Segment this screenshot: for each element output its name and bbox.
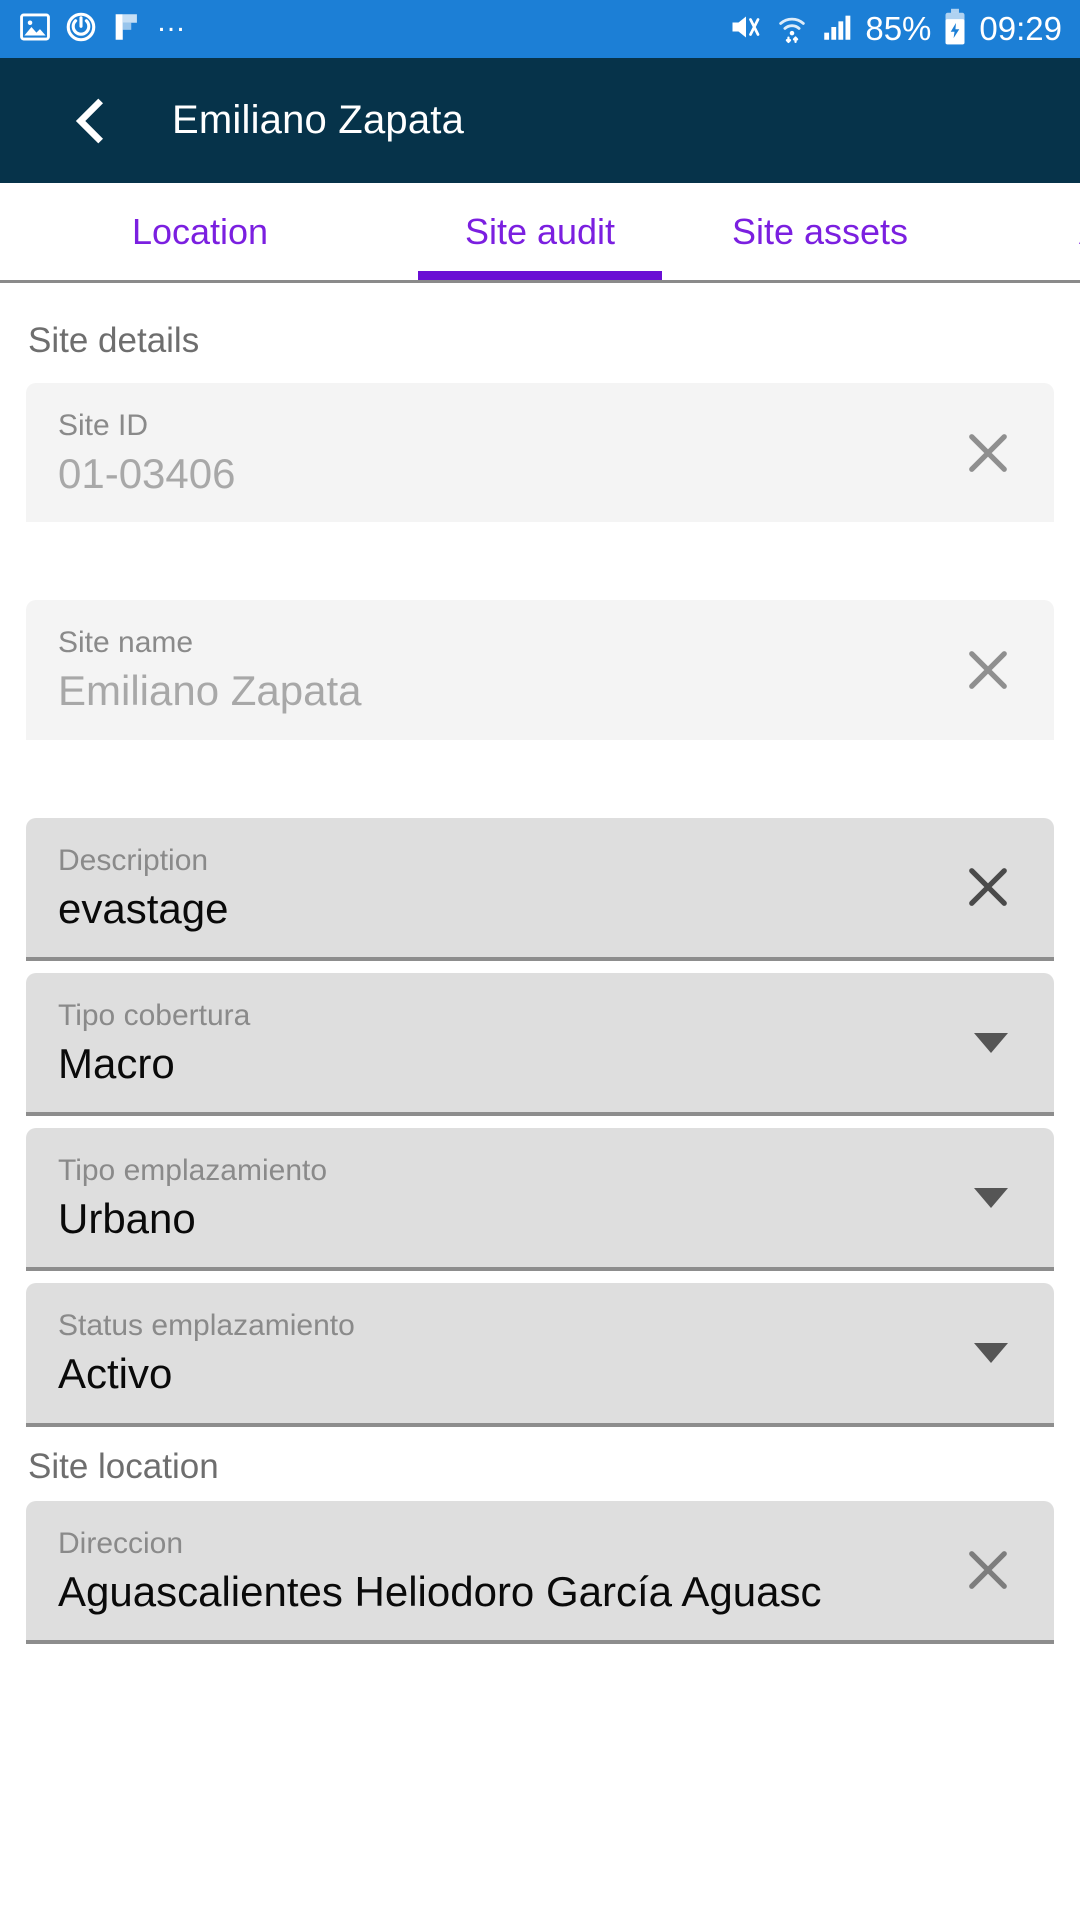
tab-bar[interactable]: Location Site audit Site assets Ac — [0, 183, 1080, 283]
tab-site-audit[interactable]: Site audit — [400, 183, 680, 280]
section-title-site-details: Site details — [28, 321, 200, 360]
tab-label: Location — [131, 210, 269, 252]
field-description[interactable]: Description evastage — [26, 817, 1054, 961]
field-site-name[interactable]: Site name Emiliano Zapata — [26, 600, 1054, 740]
field-label: Description — [58, 843, 209, 877]
wifi-icon — [775, 9, 809, 50]
field-value: Emiliano Zapata — [58, 667, 362, 715]
clear-icon[interactable] — [962, 1544, 1014, 1596]
field-value: Macro — [58, 1039, 175, 1087]
mute-vibrate-icon — [728, 9, 764, 50]
field-direccion[interactable]: Direccion Aguascalientes Heliodoro Garcí… — [26, 1500, 1054, 1645]
status-overflow-ellipsis: … — [156, 5, 188, 38]
chevron-down-icon[interactable] — [974, 1187, 1008, 1208]
field-label: Tipo emplazamiento — [58, 1154, 328, 1188]
field-label: Site name — [58, 626, 194, 660]
field-value: Aguascalientes Heliodoro García Aguasc — [58, 1567, 822, 1615]
field-value: 01-03406 — [58, 450, 236, 497]
tab-access[interactable]: Ac — [960, 183, 1080, 280]
field-tipo-cobertura[interactable]: Tipo cobertura Macro — [26, 972, 1054, 1117]
chevron-down-icon[interactable] — [974, 1032, 1008, 1053]
battery-percent-label: 85% — [865, 10, 932, 47]
tab-site-assets[interactable]: Site assets — [680, 183, 960, 280]
flag-icon — [110, 10, 144, 49]
field-status-emplazamiento[interactable]: Status emplazamiento Activo — [26, 1283, 1054, 1427]
tab-label: Site audit — [464, 210, 616, 252]
back-button[interactable] — [60, 90, 122, 152]
chevron-left-icon — [75, 98, 104, 143]
signal-bars-icon — [820, 10, 854, 49]
field-label: Site ID — [58, 409, 149, 442]
field-label: Status emplazamiento — [58, 1309, 355, 1343]
field-value: evastage — [58, 884, 229, 932]
status-bar-left-icons: … — [18, 5, 188, 49]
clear-icon[interactable] — [962, 861, 1014, 913]
field-label: Direccion — [58, 1526, 184, 1560]
field-value: Activo — [58, 1350, 173, 1398]
field-site-id[interactable]: Site ID 01-03406 — [26, 383, 1054, 523]
battery-charging-icon — [942, 8, 968, 51]
tab-label: Site assets — [731, 210, 909, 252]
clear-icon[interactable] — [962, 427, 1014, 479]
section-title-site-location: Site location — [28, 1446, 219, 1486]
page-title: Emiliano Zapata — [172, 98, 465, 142]
image-icon — [18, 10, 52, 49]
field-label: Tipo cobertura — [58, 998, 251, 1032]
field-tipo-emplazamiento[interactable]: Tipo emplazamiento Urbano — [26, 1128, 1054, 1272]
status-bar: … 85% 09:29 — [0, 0, 1080, 58]
tab-location[interactable]: Location — [0, 183, 400, 280]
clock-label: 09:29 — [979, 10, 1062, 47]
app-bar: Emiliano Zapata — [0, 58, 1080, 183]
chevron-down-icon[interactable] — [974, 1343, 1008, 1364]
status-bar-right-icons: 85% 09:29 — [728, 8, 1062, 51]
power-circle-icon — [64, 10, 98, 49]
field-value: Urbano — [58, 1195, 196, 1243]
clear-icon[interactable] — [962, 644, 1014, 696]
site-audit-content: Site details Site ID 01-03406 Site name … — [0, 283, 1080, 1645]
